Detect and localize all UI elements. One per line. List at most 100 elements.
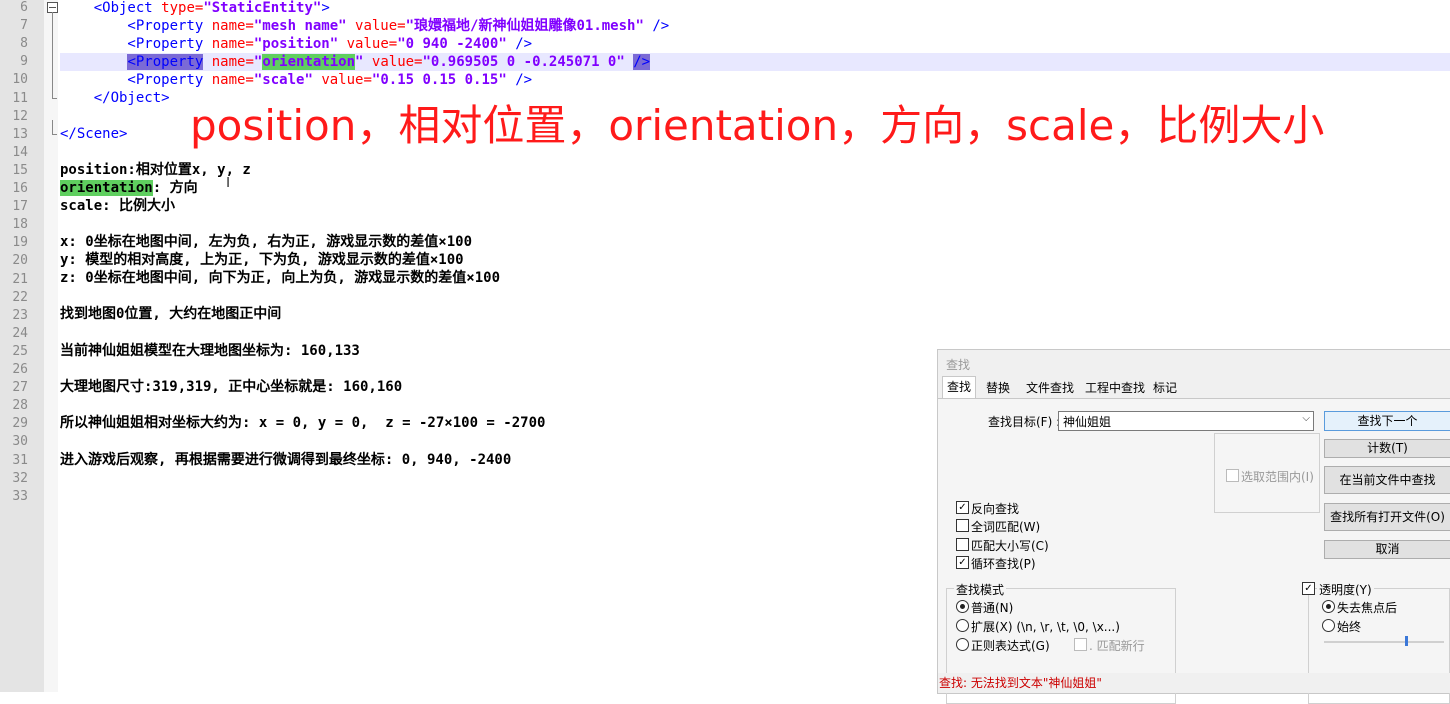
always-radio[interactable] [1322, 619, 1335, 632]
cancel-button[interactable]: 取消 [1324, 540, 1450, 559]
in-selection-label: 选取范围内(I) [1241, 470, 1314, 484]
wrap-around-label: 循环查找(P) [971, 557, 1036, 571]
mode-regex-label: 正则表达式(G) [971, 639, 1050, 653]
attr-token: name= [211, 18, 254, 34]
tag-token: /> [506, 72, 533, 88]
wrap-around-checkbox[interactable]: ✓ [956, 556, 969, 569]
tag-token-highlighted: <Property [127, 54, 204, 70]
transparency-slider-track[interactable] [1324, 641, 1444, 643]
line-number: 21 [12, 271, 28, 287]
tab-replace[interactable]: 替换 [982, 378, 1014, 398]
mode-extended-radio[interactable] [956, 619, 969, 632]
line-number: 24 [12, 325, 28, 341]
count-button[interactable]: 计数(T) [1324, 439, 1450, 458]
value-token: "scale" [253, 72, 313, 88]
code-line-17[interactable]: scale: 比例大小 [60, 197, 1450, 215]
line-number: 17 [12, 199, 28, 215]
code-line-23[interactable]: 找到地图0位置, 大约在地图正中间 [60, 305, 1450, 323]
fold-guide-scene-end [52, 134, 57, 135]
in-selection-checkbox[interactable] [1226, 469, 1239, 482]
match-case-label: 匹配大小写(C) [971, 539, 1049, 553]
tab-mark[interactable]: 标记 [1149, 378, 1181, 398]
tab-find-in-files[interactable]: 文件查找 [1022, 378, 1078, 398]
attr-token: value= [363, 54, 423, 70]
attr-token: type= [161, 0, 204, 16]
whole-word-checkbox[interactable] [956, 519, 969, 532]
search-match-highlight: orientation [60, 180, 153, 196]
mode-regex-radio[interactable] [956, 638, 969, 651]
line-number: 19 [12, 235, 28, 251]
fold-guide [52, 12, 53, 98]
line-number: 8 [20, 36, 28, 52]
fold-guide-scene [52, 120, 53, 134]
mode-normal-label: 普通(N) [971, 601, 1014, 615]
code-line-8[interactable]: <Property name="position" value="0 940 -… [60, 35, 1450, 53]
line-number: 29 [12, 416, 28, 432]
find-target-label: 查找目标(F) : [988, 415, 1061, 429]
transparency-slider-thumb[interactable] [1404, 636, 1408, 646]
reverse-search-checkbox[interactable]: ✓ [956, 501, 969, 514]
search-match-highlight: orientation [262, 54, 356, 70]
attr-token: value= [346, 18, 406, 34]
line-number: 11 [12, 90, 28, 106]
text-cursor-icon: Ⅰ [226, 175, 231, 191]
tab-find-in-project[interactable]: 工程中查找 [1081, 378, 1149, 398]
fold-guide-end [52, 98, 57, 99]
code-line-6[interactable]: <Object type="StaticEntity"> [60, 0, 1450, 17]
attr-token: name= [211, 54, 254, 70]
code-line-7[interactable]: <Property name="mesh name" value="琅嬛福地/新… [60, 17, 1450, 35]
value-token: "琅嬛福地/新神仙姐姐雕像01.mesh" [405, 18, 644, 34]
code-line-19[interactable]: x: 0坐标在地图中间, 左为负, 右为正, 游戏显示数的差值×100 [60, 233, 1450, 251]
transparency-label: 透明度(Y) [1317, 581, 1374, 598]
code-line-20[interactable]: y: 模型的相对高度, 上为正, 下为负, 游戏显示数的差值×100 [60, 251, 1450, 269]
always-label: 始终 [1337, 620, 1362, 634]
find-panel: 查找目标(F) : 神仙姐姐 ⌵ 查找下一个 计数(T) 在当前文件中查找 查找… [938, 399, 1450, 704]
line-number: 25 [12, 343, 28, 359]
line-number: 28 [12, 398, 28, 414]
whole-word-label: 全词匹配(W) [971, 520, 1041, 534]
tag-token: <Object [60, 0, 162, 16]
attr-token: name= [211, 72, 254, 88]
match-newline-checkbox[interactable] [1074, 638, 1087, 651]
line-number: 20 [12, 253, 28, 269]
tag-token-highlighted: /> [633, 54, 651, 70]
fold-margin[interactable] [44, 0, 58, 692]
find-target-combo[interactable]: 神仙姐姐 ⌵ [1058, 411, 1314, 431]
value-token: "position" [253, 36, 339, 52]
line-number: 15 [12, 162, 28, 178]
value-token: "0.15 0.15 0.15" [371, 72, 507, 88]
code-line-15[interactable]: position:相对位置x, y, z [60, 161, 1450, 179]
tab-find[interactable]: 查找 [942, 376, 977, 400]
line-number: 22 [12, 289, 28, 305]
on-lose-focus-radio[interactable] [1322, 600, 1335, 613]
code-line-9[interactable]: <Property name="orientation" value="0.96… [60, 53, 1450, 71]
tag-token: <Property [60, 36, 212, 52]
transparency-checkbox[interactable]: ✓ [1302, 582, 1315, 595]
code-line-16[interactable]: orientation: 方向 [60, 179, 1450, 197]
attr-token: value= [312, 72, 372, 88]
on-lose-focus-label: 失去焦点后 [1337, 601, 1398, 615]
line-number: 13 [12, 126, 28, 142]
find-status-message: 查找: 无法找到文本"神仙姐姐" [938, 673, 1450, 693]
find-target-value: 神仙姐姐 [1063, 415, 1112, 429]
overlay-caption: position，相对位置，orientation，方向，scale，比例大小 [190, 101, 1325, 150]
line-number: 31 [12, 452, 28, 468]
code-line-10[interactable]: <Property name="scale" value="0.15 0.15 … [60, 71, 1450, 89]
chevron-down-icon[interactable]: ⌵ [1302, 413, 1310, 424]
line-number: 23 [12, 307, 28, 323]
find-dialog[interactable]: 查找 查找 替换 文件查找 工程中查找 标记 查找目标(F) : 神仙姐姐 ⌵ … [937, 349, 1450, 704]
line-number: 33 [12, 488, 28, 504]
dialog-title: 查找 [946, 358, 971, 372]
code-line-21[interactable]: z: 0坐标在地图中间, 向下为正, 向上为负, 游戏显示数的差值×100 [60, 269, 1450, 287]
line-number: 10 [12, 72, 28, 88]
match-case-checkbox[interactable] [956, 538, 969, 551]
find-next-button[interactable]: 查找下一个 [1324, 411, 1450, 431]
line-number: 9 [20, 54, 28, 70]
find-in-current-file-button[interactable]: 在当前文件中查找 [1324, 466, 1450, 494]
mode-normal-radio[interactable] [956, 600, 969, 613]
find-in-all-open-files-button[interactable]: 查找所有打开文件(O) [1324, 503, 1450, 531]
line-number: 7 [20, 18, 28, 34]
line-number: 27 [12, 380, 28, 396]
